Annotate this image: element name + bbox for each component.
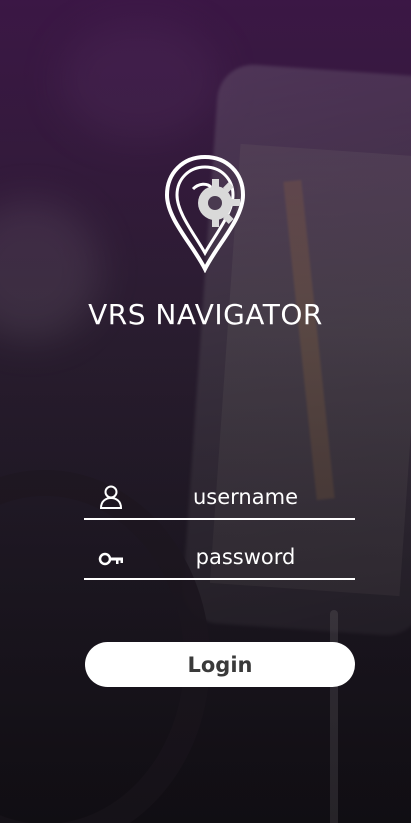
- user-icon: [98, 484, 124, 510]
- map-pin-gear-logo: [163, 153, 247, 274]
- password-field[interactable]: [84, 538, 355, 580]
- login-screen: VRS NAVIGATOR Login: [0, 0, 411, 823]
- key-icon: [98, 544, 124, 570]
- username-input[interactable]: [140, 478, 351, 516]
- app-title: VRS NAVIGATOR: [88, 298, 323, 331]
- login-button[interactable]: Login: [85, 642, 355, 687]
- password-input[interactable]: [140, 538, 351, 576]
- background-overlay: [0, 0, 411, 823]
- username-field[interactable]: [84, 478, 355, 520]
